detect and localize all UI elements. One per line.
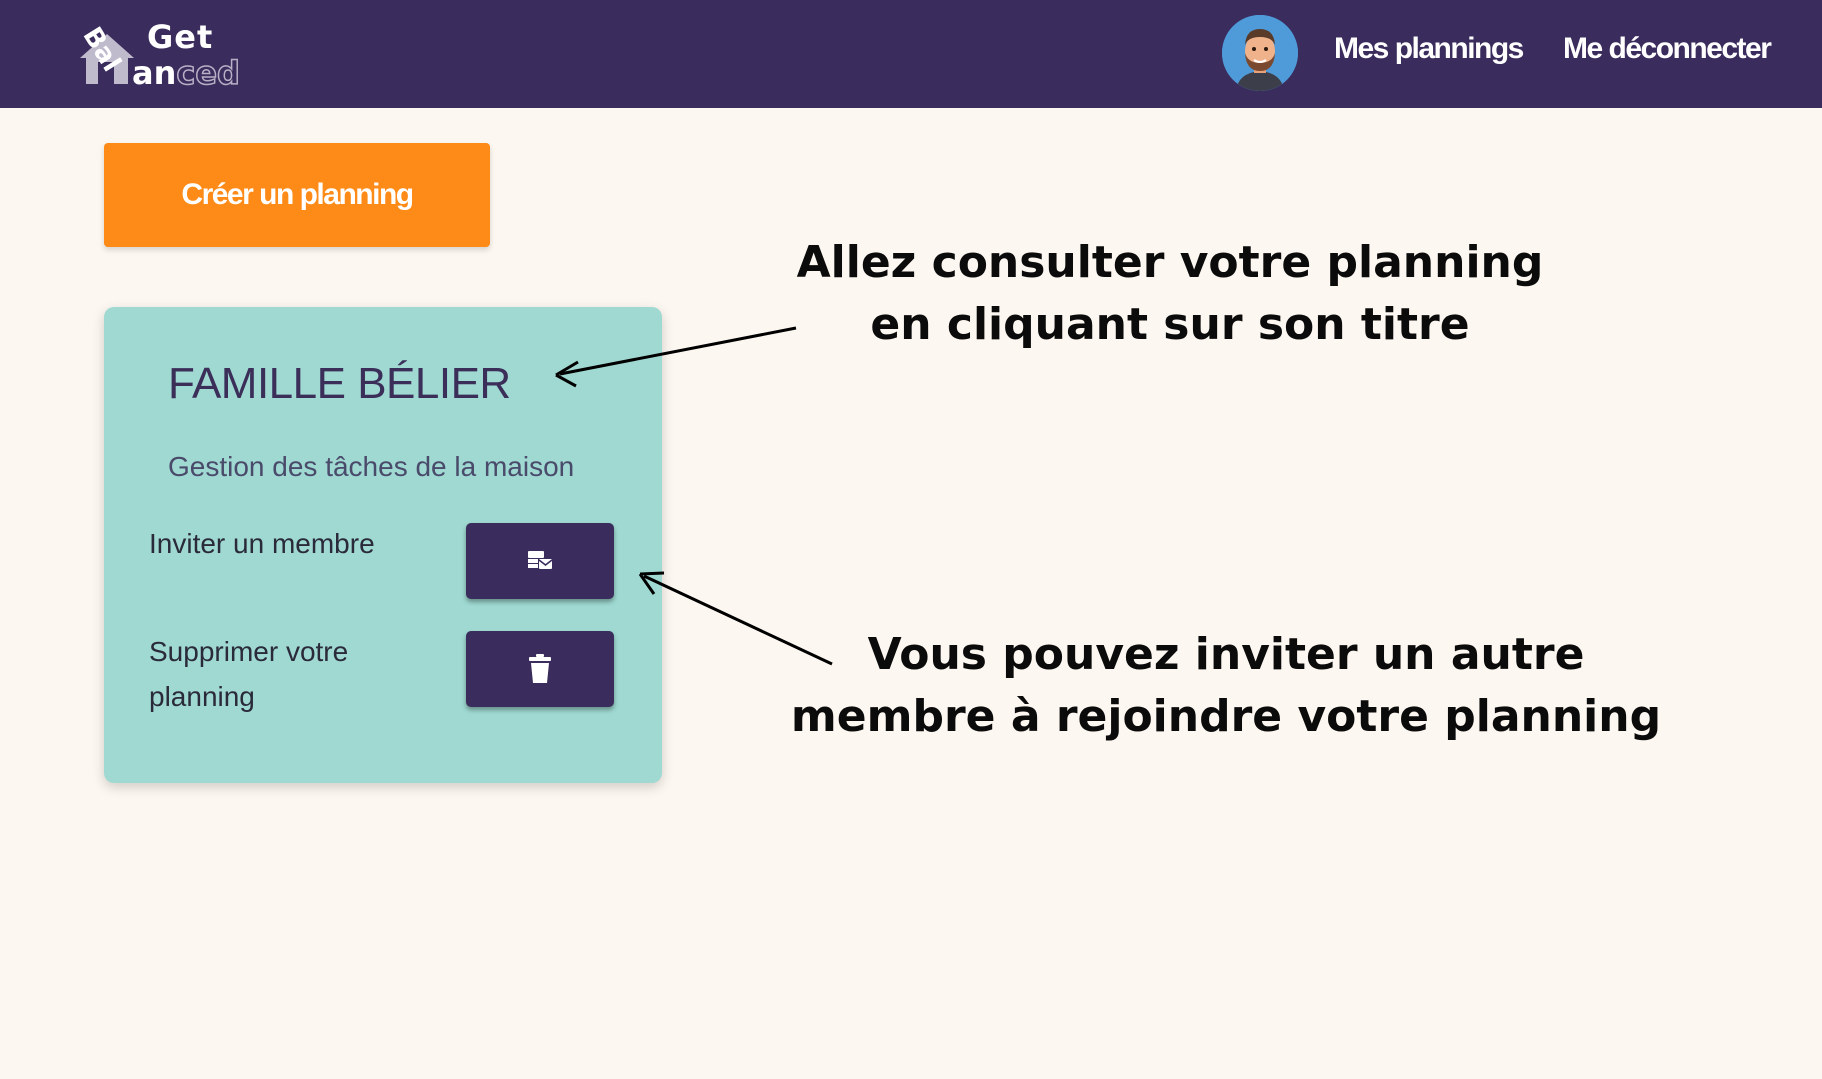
planning-title-link[interactable]: FAMILLE BÉLIER [168,359,511,409]
app-logo[interactable]: Get Bal anced [72,14,241,94]
annotation-invite-hint-line1: Vous pouvez inviter un autre [867,629,1585,680]
create-planning-button[interactable]: Créer un planning [104,143,490,247]
nav-link-logout[interactable]: Me déconnecter [1563,32,1772,66]
invite-envelope-icon [528,551,553,569]
avatar-face-icon [1222,15,1298,91]
invite-member-button[interactable] [466,523,614,599]
user-avatar[interactable] [1222,15,1298,91]
delete-planning-button[interactable] [466,631,614,707]
invite-member-label: Inviter un membre [149,528,375,559]
annotation-title-hint-line1: Allez consulter votre planning [796,237,1544,288]
logo-text-ced: ced [176,53,241,93]
annotation-title-hint-line2: en cliquant sur son titre [870,299,1470,350]
planning-description: Gestion des tâches de la maison [168,451,575,482]
planning-card: FAMILLE BÉLIER Gestion des tâches de la … [104,307,662,783]
annotation-title-hint: Allez consulter votre planning en cliqua… [770,232,1570,356]
annotation-invite-hint-line2: membre à rejoindre votre planning [790,691,1662,742]
logo-text-get: Get [147,18,214,56]
logo-text-anced: anced [132,53,241,93]
nav-link-my-plannings[interactable]: Mes plannings [1334,32,1524,66]
annotation-invite-hint: Vous pouvez inviter un autre membre à re… [786,624,1666,748]
logo-text-an: an [132,54,177,92]
trash-icon [529,654,551,683]
delete-planning-label: Supprimer votre planning [149,636,349,712]
top-navbar: Get Bal anced Mes plannings Me déconnect… [0,0,1822,108]
